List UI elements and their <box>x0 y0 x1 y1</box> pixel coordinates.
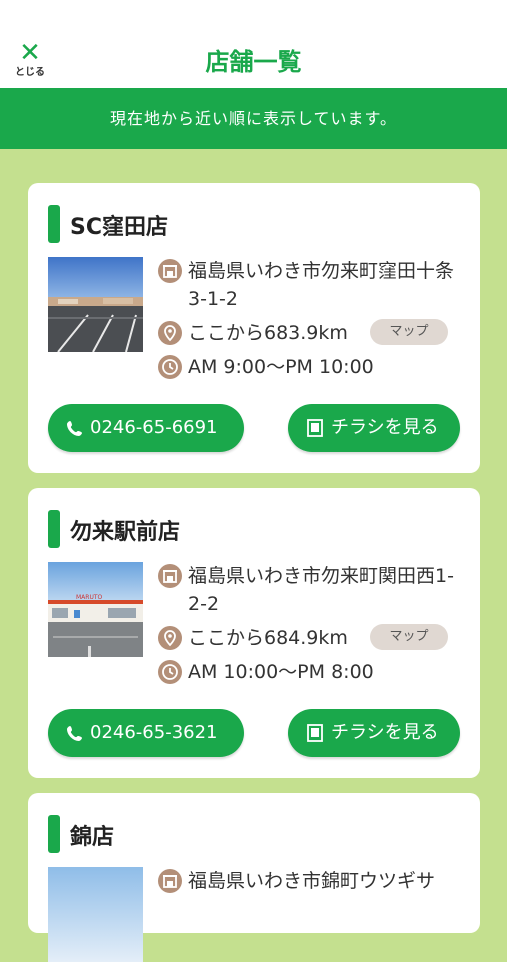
title-accent-bar <box>48 510 60 548</box>
phone-icon <box>67 421 82 436</box>
phone-icon <box>67 726 82 741</box>
hours-row: AM 10:00〜PM 8:00 <box>158 658 468 686</box>
store-photo <box>48 257 143 352</box>
building-icon <box>158 564 182 588</box>
address-text: 福島県いわき市勿来町関田西1-2-2 <box>188 565 454 615</box>
page-title: 店舗一覧 <box>205 48 302 76</box>
call-button[interactable]: 0246-65-6691 <box>48 404 244 452</box>
clock-icon <box>158 355 182 379</box>
building-icon <box>158 259 182 283</box>
distance-row: ここから684.9km マップ <box>158 624 468 652</box>
app-header: ✕ とじる 店舗一覧 <box>0 0 507 88</box>
hours-row: AM 9:00〜PM 10:00 <box>158 353 468 381</box>
phone-number: 0246-65-3621 <box>90 722 218 743</box>
title-accent-bar <box>48 205 60 243</box>
distance-text: ここから684.9km <box>188 627 348 649</box>
building-icon <box>158 869 182 893</box>
store-info: 福島県いわき市勿来町関田西1-2-2 ここから684.9km マップ AM 10… <box>158 562 468 686</box>
hours-text: AM 10:00〜PM 8:00 <box>188 661 374 683</box>
store-info: 福島県いわき市錦町ウツギサ <box>158 867 468 901</box>
store-sign-text: MARUTO <box>76 594 103 601</box>
flyer-label: チラシを見る <box>331 722 439 743</box>
store-name: 錦店 <box>70 825 115 850</box>
store-photo: MARUTO <box>48 562 143 657</box>
store-name: SC窪田店 <box>70 215 168 240</box>
view-flyer-button[interactable]: チラシを見る <box>288 709 460 757</box>
map-button[interactable]: マップ <box>370 624 448 650</box>
address-text: 福島県いわき市錦町ウツギサ <box>188 870 436 892</box>
flyer-icon <box>307 419 323 437</box>
store-info: 福島県いわき市勿来町窪田十条3-1-2 ここから683.9km マップ AM 9… <box>158 257 468 381</box>
flyer-icon <box>307 724 323 742</box>
address-row: 福島県いわき市勿来町窪田十条3-1-2 <box>158 257 468 313</box>
store-name: 勿来駅前店 <box>70 520 181 545</box>
clock-icon <box>158 660 182 684</box>
phone-number: 0246-65-6691 <box>90 417 218 438</box>
store-card: 勿来駅前店 MARUTO 福島県いわき市勿来町関田西1-2-2 ここから684.… <box>28 488 480 778</box>
address-row: 福島県いわき市錦町ウツギサ <box>158 867 468 895</box>
distance-row: ここから683.9km マップ <box>158 319 468 347</box>
store-card: 錦店 福島県いわき市錦町ウツギサ <box>28 793 480 962</box>
distance-text: ここから683.9km <box>188 322 348 344</box>
store-card: SC窪田店 福島県いわき市勿来町窪田十条3-1-2 ここから683.9km マッ… <box>28 183 480 473</box>
call-button[interactable]: 0246-65-3621 <box>48 709 244 757</box>
store-photo <box>48 867 143 962</box>
flyer-label: チラシを見る <box>331 417 439 438</box>
hours-text: AM 9:00〜PM 10:00 <box>188 356 374 378</box>
location-pin-icon <box>158 626 182 650</box>
view-flyer-button[interactable]: チラシを見る <box>288 404 460 452</box>
sort-notice-banner: 現在地から近い順に表示しています。 <box>0 88 507 149</box>
address-text: 福島県いわき市勿来町窪田十条3-1-2 <box>188 260 455 310</box>
address-row: 福島県いわき市勿来町関田西1-2-2 <box>158 562 468 618</box>
map-button[interactable]: マップ <box>370 319 448 345</box>
location-pin-icon <box>158 321 182 345</box>
title-accent-bar <box>48 815 60 853</box>
